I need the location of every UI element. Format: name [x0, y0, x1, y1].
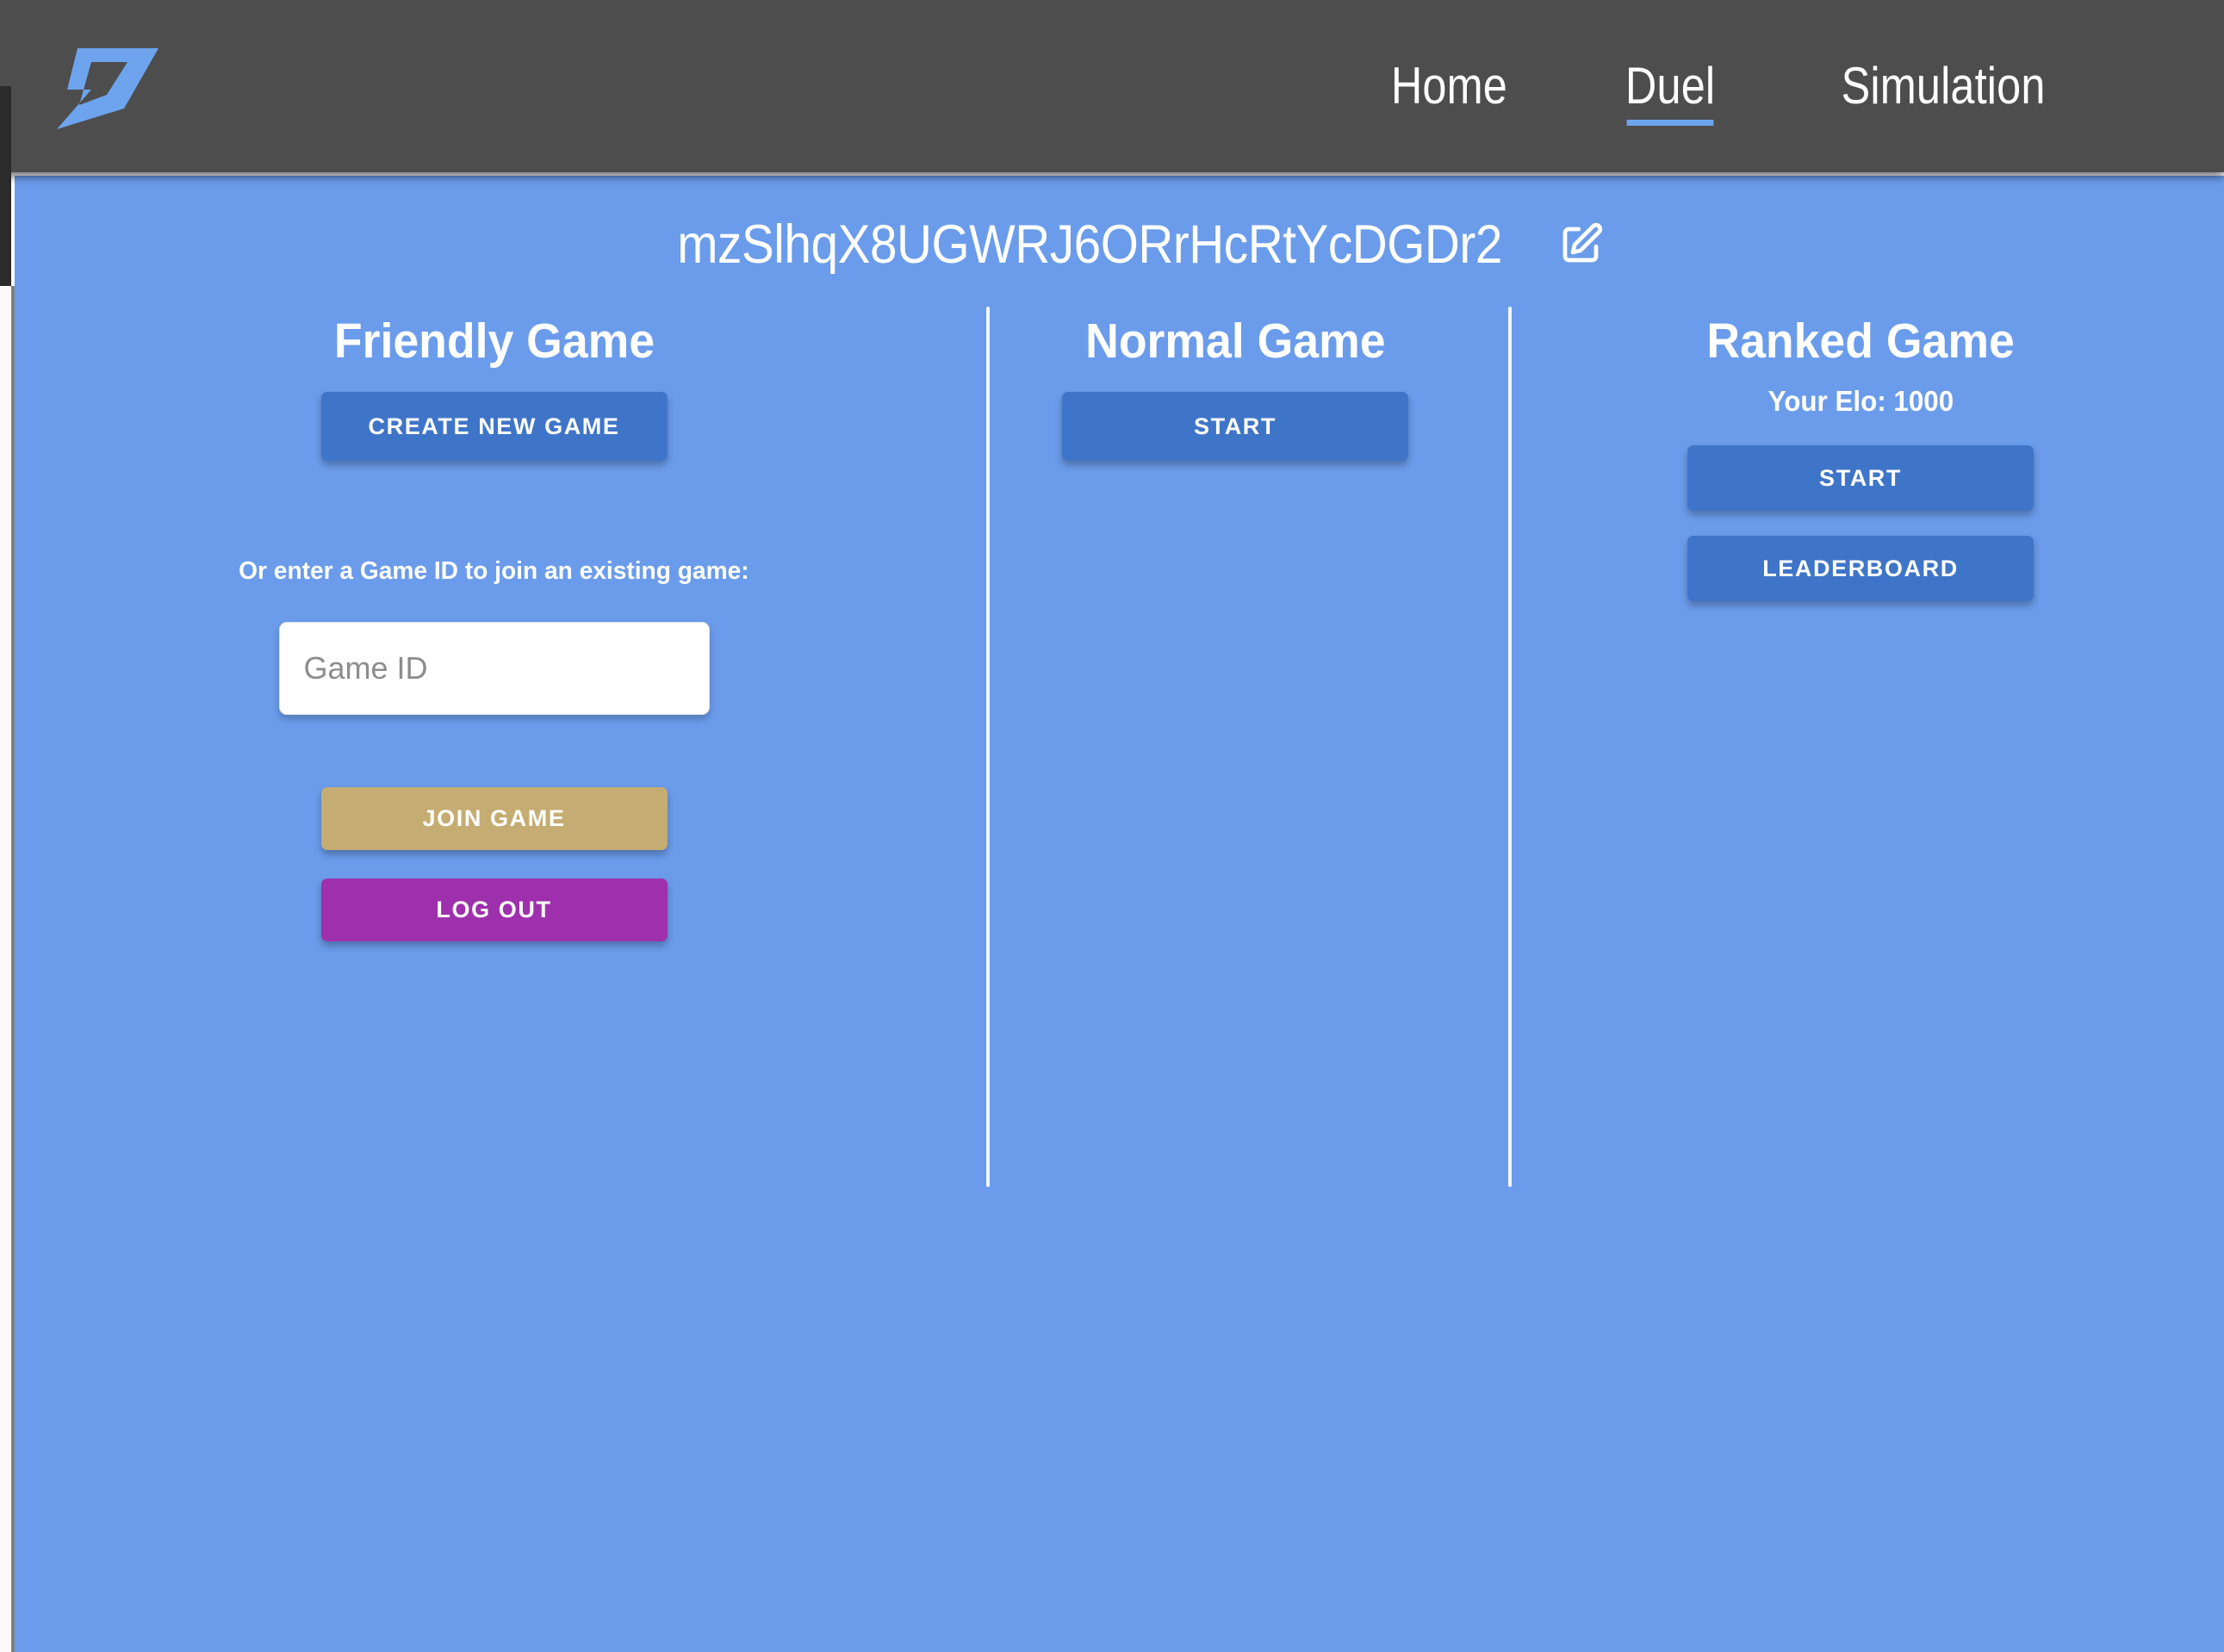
player-elo-label: Your Elo: 1000	[1767, 385, 1953, 418]
main-content: mzSlhqX8UGWRJ6ORrHcRtYcDGDr2 Friendly Ga…	[15, 176, 2224, 1652]
create-new-game-button[interactable]: CREATE NEW GAME	[321, 392, 668, 461]
leaderboard-button[interactable]: LEADERBOARD	[1687, 536, 2034, 601]
nav-link-simulation[interactable]: Simulation	[1841, 60, 2045, 112]
game-mode-columns: Friendly Game CREATE NEW GAME Or enter a…	[15, 296, 2224, 1313]
page-root: Home Duel Simulation mzSlhqX8UGWRJ6ORrHc…	[0, 0, 2224, 1652]
game-id-header: mzSlhqX8UGWRJ6ORrHcRtYcDGDr2	[15, 214, 2224, 276]
join-game-prompt-label: Or enter a Game ID to join an existing g…	[239, 557, 749, 586]
friendly-game-title: Friendly Game	[333, 317, 654, 366]
friendly-game-column: Friendly Game CREATE NEW GAME Or enter a…	[15, 296, 973, 1313]
normal-game-column: Normal Game START	[973, 296, 1497, 1313]
edit-game-id-icon[interactable]	[1554, 218, 1607, 271]
game-id-input[interactable]	[279, 622, 710, 715]
top-navigation-bar: Home Duel Simulation	[0, 0, 2224, 172]
join-game-button[interactable]: JOIN GAME	[321, 787, 668, 850]
ranked-game-start-button[interactable]: START	[1687, 445, 2034, 511]
nav-links: Home Duel Simulation	[1380, 0, 2065, 172]
window-edge-line	[11, 286, 15, 1652]
nav-link-home[interactable]: Home	[1391, 60, 1507, 112]
brand-logo-icon[interactable]	[41, 41, 162, 136]
nav-link-duel[interactable]: Duel	[1625, 60, 1715, 112]
log-out-button[interactable]: LOG OUT	[321, 879, 668, 941]
game-id-text: mzSlhqX8UGWRJ6ORrHcRtYcDGDr2	[678, 214, 1503, 276]
normal-game-title: Normal Game	[1085, 317, 1385, 366]
ranked-game-title: Ranked Game	[1706, 317, 2014, 366]
window-edge-white-sliver	[0, 286, 11, 1652]
ranked-game-column: Ranked Game Your Elo: 1000 START LEADERB…	[1497, 296, 2224, 1313]
normal-game-start-button[interactable]: START	[1062, 392, 1408, 461]
window-edge-dark-sliver	[0, 86, 11, 286]
